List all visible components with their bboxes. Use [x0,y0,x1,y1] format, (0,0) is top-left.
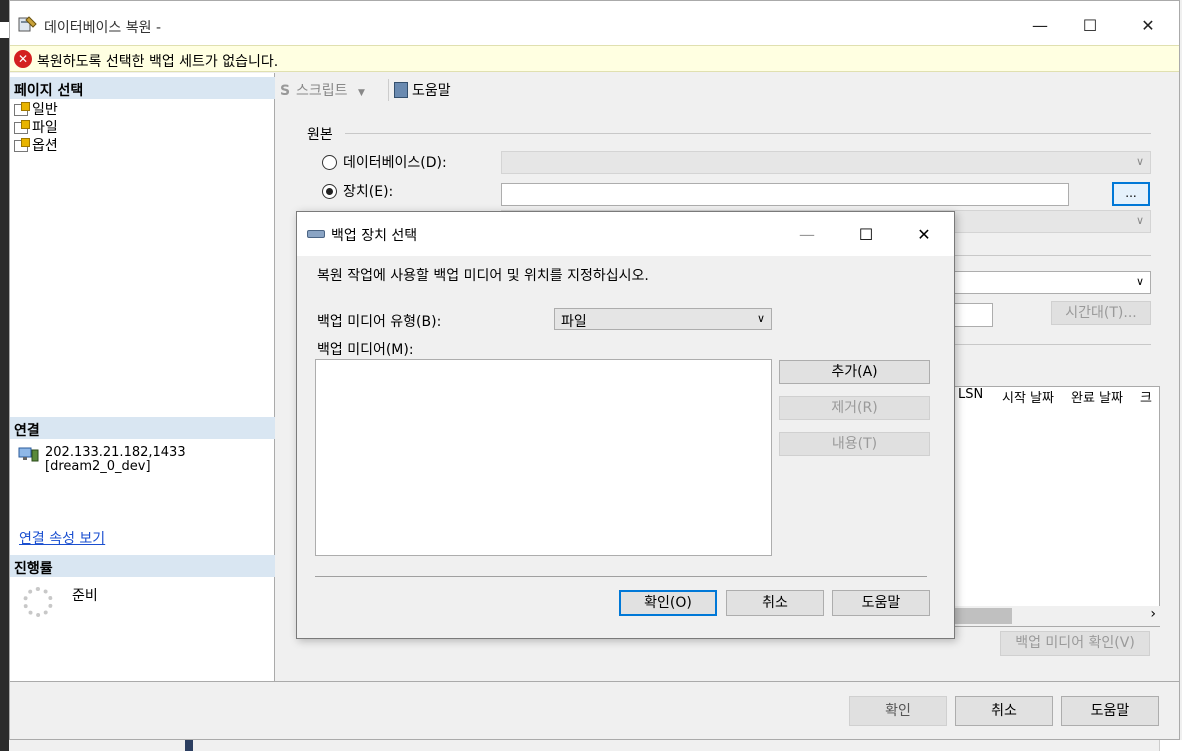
dialog-separator [315,576,927,577]
radio-circle [322,184,337,199]
radio-circle [322,155,337,170]
destination-group-line [950,255,1151,256]
close-button[interactable]: ✕ [1125,11,1171,41]
dialog-help-button[interactable]: 도움말 [832,590,930,616]
taskbar-box [1159,740,1182,751]
error-banner: ✕ 복원하도록 선택한 백업 세트가 없습니다. [10,45,1179,72]
progress-header: 진행률 [10,555,275,577]
media-label: 백업 미디어(M): [317,342,414,358]
connection-properties-link[interactable]: 연결 속성 보기 [19,528,105,548]
dialog-close-button[interactable]: ✕ [901,220,947,250]
page-item-files[interactable]: 파일 [14,117,58,136]
dialog-titlebar[interactable]: 백업 장치 선택 — ☐ ✕ [297,212,954,256]
chevron-right-icon[interactable]: › [1150,606,1156,622]
backup-device-icon [307,230,325,238]
chevron-down-icon: ∨ [1135,155,1144,168]
media-type-combo[interactable]: 파일 ∨ [554,308,772,330]
footer-separator [10,681,1179,682]
remove-button[interactable]: 제거(R) [779,396,930,420]
page-icon [14,138,30,152]
browse-device-button[interactable]: ... [1112,182,1150,206]
window-title: 데이터베이스 복원 - [44,20,161,36]
window-titlebar[interactable]: 데이터베이스 복원 - — ☐ ✕ [10,1,1179,45]
chevron-down-icon: ∨ [1135,214,1144,227]
column-header[interactable]: 크 [1140,387,1152,406]
backup-sets-grid[interactable] [950,386,1160,627]
horizontal-scrollbar[interactable]: › [950,606,1160,626]
dialog-maximize-button[interactable]: ☐ [843,220,889,250]
dialog-ok-button[interactable]: 확인(O) [619,590,717,616]
connection-header: 연결 [10,417,275,439]
page-icon [14,120,30,134]
scrollbar-thumb[interactable] [950,608,1012,624]
desktop-stub [0,22,9,38]
minimize-button[interactable]: — [1017,11,1063,41]
timezone-button[interactable]: 시간대(T)... [1051,301,1151,325]
script-icon: S [280,83,291,99]
progress-spinner-icon [23,587,53,617]
database-restore-icon [18,16,37,32]
add-button[interactable]: 추가(A) [779,360,930,384]
page-select-header: 페이지 선택 [10,77,275,99]
chevron-down-icon: ∨ [1135,275,1144,288]
column-header[interactable]: LSN [958,387,983,402]
error-icon: ✕ [14,50,32,68]
connection-database: [dream2_0_dev] [45,459,151,474]
source-group-line [345,133,1151,134]
database-radio[interactable]: 데이터베이스(D): [322,152,447,172]
taskbar-bar [185,740,193,751]
dialog-minimize-button[interactable]: — [784,220,830,250]
dialog-instruction: 복원 작업에 사용할 백업 미디어 및 위치를 지정하십시오. [317,268,649,284]
chevron-down-icon: ▼ [357,88,365,98]
toolbar: S 스크립트 ▼ 도움말 [278,77,1168,103]
restore-time-field[interactable] [950,303,993,327]
database-combo[interactable]: ∨ [501,151,1151,174]
desktop-edge [0,0,9,751]
ok-button[interactable]: 확인 [849,696,947,726]
dialog-cancel-button[interactable]: 취소 [726,590,824,616]
verify-backup-media-button[interactable]: 백업 미디어 확인(V) [1000,631,1150,656]
device-path-field[interactable] [501,183,1069,206]
progress-status: 준비 [72,588,98,604]
script-button[interactable]: S 스크립트 ▼ [280,80,365,100]
source-group-label: 원본 [307,127,333,143]
left-pane: 페이지 선택 일반 파일 옵션 연결 202.133.21.182,1433 [… [10,73,275,682]
connection-server: 202.133.21.182,1433 [45,445,186,460]
page-item-general[interactable]: 일반 [14,99,58,118]
backup-media-list[interactable] [315,359,772,556]
page-icon [14,102,30,116]
page-item-options[interactable]: 옵션 [14,135,58,154]
cancel-button[interactable]: 취소 [955,696,1053,726]
page-item-label: 일반 [32,102,58,118]
toolbar-separator [388,79,389,101]
taskbar-edge [9,740,1182,751]
column-header[interactable]: 시작 날짜 [1002,387,1054,406]
chevron-down-icon: ∨ [756,312,765,325]
device-radio[interactable]: 장치(E): [322,181,393,201]
column-header[interactable]: 완료 날짜 [1071,387,1123,406]
error-message: 복원하도록 선택한 백업 세트가 없습니다. [37,54,279,70]
server-connection-icon [18,447,39,462]
page-item-label: 파일 [32,120,58,136]
contents-button[interactable]: 내용(T) [779,432,930,456]
select-backup-device-dialog: 백업 장치 선택 — ☐ ✕ 복원 작업에 사용할 백업 미디어 및 위치를 지… [296,211,955,639]
help-footer-button[interactable]: 도움말 [1061,696,1159,726]
media-type-label: 백업 미디어 유형(B): [317,314,442,330]
help-button[interactable]: 도움말 [394,80,451,100]
dialog-title: 백업 장치 선택 [331,228,418,244]
restore-to-combo[interactable]: ∨ [950,271,1151,294]
help-icon [394,82,408,98]
backup-sets-group-line [950,344,1151,345]
maximize-button[interactable]: ☐ [1067,11,1113,41]
page-item-label: 옵션 [32,138,58,154]
